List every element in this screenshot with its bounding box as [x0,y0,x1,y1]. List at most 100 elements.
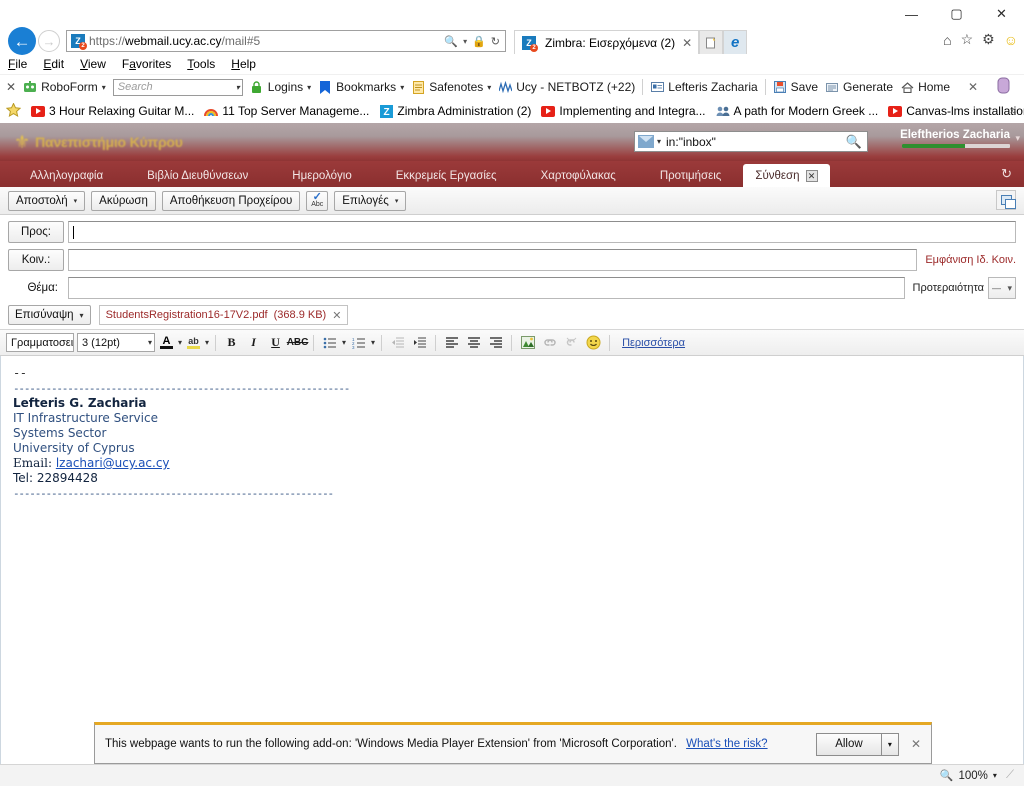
options-button[interactable]: Επιλογές ▾ [334,190,407,211]
menu-item-help[interactable]: Help [231,57,256,71]
new-tab-button[interactable] [699,30,724,54]
favorites-star-icon[interactable]: ☆ [961,31,974,48]
bullet-list-button[interactable] [320,333,339,352]
favorites-star-icon[interactable] [5,101,22,120]
tab-close-icon[interactable]: ✕ [680,36,694,50]
chevron-down-icon[interactable]: ▾ [102,83,106,92]
roboform-save-button[interactable]: Save [773,80,818,94]
roboform-safenotes[interactable]: Safenotes ▾ [411,80,491,94]
strikethrough-button[interactable]: ABC [287,333,309,352]
refresh-icon[interactable]: ↻ [1001,166,1012,182]
detach-window-icon[interactable] [996,190,1016,210]
roboform-close-icon[interactable]: ✕ [6,80,16,94]
font-family-select[interactable]: Γραμματοσειρ ▾ [6,333,74,352]
smiley-icon[interactable]: ☺ [1004,32,1018,48]
roboform-logins[interactable]: Logins ▾ [250,80,311,94]
attachment-item[interactable]: StudentsRegistration16-17V2.pdf (368.9 K… [98,305,349,325]
roboform-home-button[interactable]: Home [900,80,950,94]
roboform-generate-button[interactable]: Generate [825,80,893,94]
chevron-down-icon[interactable]: ▾ [307,83,311,92]
bookmark-item[interactable]: 11 Top Server Manageme... [204,104,369,118]
spellcheck-button[interactable]: ✓ Abc [306,190,329,211]
bookmark-item[interactable]: Implementing and Integra... [541,104,706,118]
cancel-button[interactable]: Ακύρωση [91,190,156,211]
emoticon-icon[interactable] [584,333,603,352]
allow-dropdown-button[interactable]: ▾ [881,732,899,756]
menu-item-file[interactable]: File [8,57,27,71]
more-options-link[interactable]: Περισσότερα [622,337,685,349]
outdent-button[interactable] [388,333,407,352]
forward-arrow-icon[interactable]: → [38,30,60,52]
cc-button[interactable]: Κοιν.: [8,249,64,271]
cc-input[interactable] [68,249,918,271]
indent-button[interactable] [410,333,429,352]
underline-button[interactable]: U [266,333,285,352]
chevron-down-icon[interactable]: ▾ [487,83,491,92]
bookmark-item[interactable]: A path for Modern Greek ... [716,104,878,118]
bold-button[interactable]: B [222,333,241,352]
back-arrow-icon[interactable]: ← [8,27,36,55]
attachment-remove-icon[interactable]: ✕ [332,309,341,322]
save-draft-button[interactable]: Αποθήκευση Προχείρου [161,190,301,211]
align-right-button[interactable] [486,333,505,352]
chevron-down-icon[interactable]: ▾ [395,197,399,205]
chevron-down-icon[interactable]: ▾ [178,338,182,347]
priority-select[interactable]: — ▾ [988,277,1016,299]
chevron-down-icon[interactable]: ▾ [1007,283,1012,294]
notification-close-icon[interactable]: ✕ [911,737,921,751]
user-menu[interactable]: Eleftherios Zacharia ▾ [900,129,1020,148]
gear-icon[interactable]: ⚙ [982,31,995,48]
chevron-down-icon[interactable]: ▾ [1015,133,1020,144]
roboform-identity[interactable]: Lefteris Zacharia [650,80,758,94]
menu-item-favorites[interactable]: Favorites [122,57,171,71]
search-bar[interactable]: ▾ in:"inbox" 🔍 [634,131,868,152]
roboform-toolbar-close-icon[interactable]: ✕ [968,80,978,94]
chevron-down-icon[interactable]: ▾ [993,771,997,780]
zoom-icon[interactable]: 🔍 [940,769,954,782]
whats-the-risk-link[interactable]: What's the risk? [686,738,767,750]
chevron-down-icon[interactable]: ▾ [148,338,152,347]
highlight-color-button[interactable]: ab [185,333,202,352]
roboform-bookmarks[interactable]: Bookmarks ▾ [318,80,404,94]
chevron-down-icon[interactable]: ▾ [236,83,240,92]
edge-browser-button[interactable]: e [723,30,748,54]
tab-compose[interactable]: Σύνθεση ✕ [743,164,830,187]
chevron-down-icon[interactable]: ▾ [657,137,661,146]
roboform-search-input[interactable]: Search ▾ [112,78,243,96]
chevron-down-icon[interactable]: ▾ [371,338,375,347]
search-icon[interactable]: 🔍 [846,134,864,150]
numbered-list-button[interactable]: 123 [349,333,368,352]
bookmarks-overflow-icon[interactable]: » [1010,105,1016,117]
tab-preferences[interactable]: Προτιμήσεις [638,164,744,187]
insert-image-icon[interactable] [518,333,537,352]
resize-grip-icon[interactable]: ⟋ [1006,769,1014,782]
to-button[interactable]: Προς: [8,221,64,243]
menu-item-edit[interactable]: Edit [43,57,64,71]
signature-email-link[interactable]: lzachari@ucy.ac.cy [56,456,170,470]
attach-button[interactable]: Επισύναψη ▾ [8,305,91,325]
bookmark-item[interactable]: 3 Hour Relaxing Guitar M... [31,104,194,118]
font-size-select[interactable]: 3 (12pt) ▾ [77,333,155,352]
subject-input[interactable] [68,277,905,299]
roboform-capsule-icon[interactable] [997,77,1010,97]
tab-mail[interactable]: Αλληλογραφία [8,164,125,187]
insert-link-icon[interactable] [540,333,559,352]
chevron-down-icon[interactable]: ▾ [74,197,78,205]
tab-briefcase[interactable]: Χαρτοφύλακας [519,164,638,187]
search-icon[interactable]: 🔍 [444,35,458,48]
tab-calendar[interactable]: Ημερολόγιο [270,164,373,187]
tab-compose-close-icon[interactable]: ✕ [805,169,818,182]
to-input[interactable] [68,221,1016,243]
refresh-icon[interactable]: ↻ [491,35,500,48]
bookmark-item[interactable]: Z Zimbra Administration (2) [379,104,531,118]
close-button[interactable]: ✕ [979,0,1024,28]
tab-zimbra[interactable]: Z Zimbra: Εισερχόμενα (2) ✕ [514,30,700,54]
align-center-button[interactable] [464,333,483,352]
chevron-down-icon[interactable]: ▾ [80,311,84,320]
send-button[interactable]: Αποστολή ▾ [8,190,86,211]
roboform-menu[interactable]: RoboForm ▾ [23,80,106,94]
home-icon[interactable]: ⌂ [943,32,951,48]
bookmark-item[interactable]: Canvas-lms installation - ... [888,104,1024,118]
address-bar[interactable]: Z https://webmail.ucy.ac.cy/mail#5 🔍 ▾ 🔒… [66,30,506,52]
align-left-button[interactable] [442,333,461,352]
